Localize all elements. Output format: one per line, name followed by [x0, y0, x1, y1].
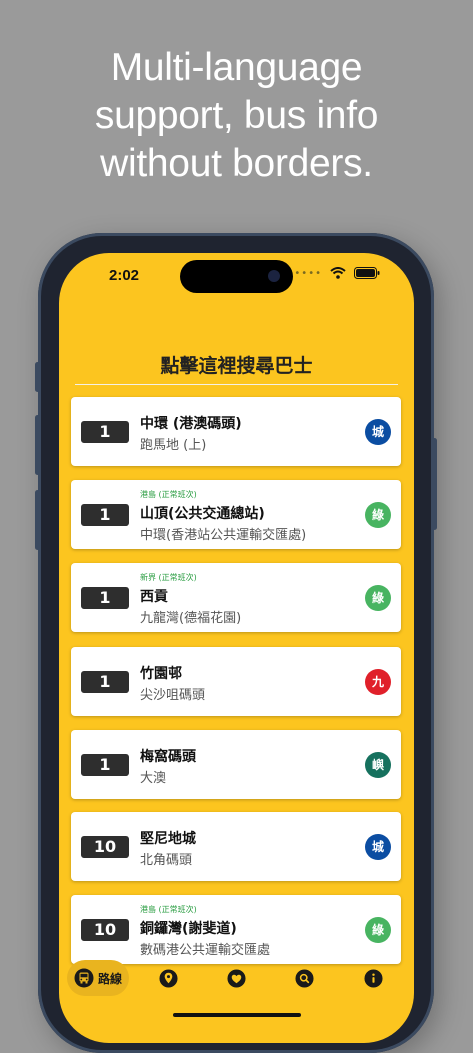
headline-line-3: without borders. — [100, 142, 373, 185]
route-card[interactable]: 1 新界 (正常班次) 西貢 九龍灣(德福花園) 綠 — [71, 563, 401, 632]
location-pin-icon — [158, 968, 178, 988]
route-note: 港島 (正常班次) — [140, 905, 197, 914]
route-origin: 北角碼頭 — [140, 853, 193, 868]
app-screen: 2:02 •••• 點擊這裡搜尋巴士 1 中環 (港澳碼頭) 跑馬地 (上) 城 — [59, 253, 414, 1043]
bus-icon — [74, 968, 94, 988]
route-destination: 銅鑼灣(謝斐道) — [140, 921, 237, 937]
route-card[interactable]: 1 竹園邨 尖沙咀碼頭 九 — [71, 647, 401, 716]
route-destination: 西貢 — [140, 589, 168, 605]
company-badge: 綠 — [365, 917, 391, 943]
route-destination: 中環 (港澳碼頭) — [140, 416, 242, 432]
wifi-icon — [330, 267, 346, 279]
route-number: 1 — [81, 421, 129, 443]
company-badge: 城 — [365, 419, 391, 445]
marketing-headline: Multi-language support, bus info without… — [0, 44, 473, 188]
company-badge: 綠 — [365, 502, 391, 528]
route-destination: 堅尼地城 — [140, 831, 196, 847]
route-note: 新界 (正常班次) — [140, 573, 197, 582]
tab-nearby[interactable] — [156, 960, 180, 996]
info-icon — [363, 968, 383, 988]
tab-routes-label: 路線 — [97, 971, 122, 986]
route-number: 10 — [81, 836, 129, 858]
company-badge: 嶼 — [365, 752, 391, 778]
phone-power-button — [432, 438, 437, 530]
heart-icon — [226, 968, 246, 988]
route-destination: 竹園邨 — [140, 666, 182, 682]
phone-volume-down — [35, 490, 40, 550]
company-badge: 綠 — [365, 585, 391, 611]
route-card[interactable]: 1 梅窩碼頭 大澳 嶼 — [71, 730, 401, 799]
route-destination: 梅窩碼頭 — [140, 749, 196, 765]
route-number: 1 — [81, 587, 129, 609]
route-card[interactable]: 10 港島 (正常班次) 銅鑼灣(謝斐道) 數碼港公共運輸交匯處 綠 — [71, 895, 401, 964]
route-note: 港島 (正常班次) — [140, 490, 197, 499]
header-divider — [75, 384, 398, 385]
route-origin: 中環(香港站公共運輸交匯處) — [140, 528, 307, 543]
route-number: 1 — [81, 504, 129, 526]
dynamic-island — [180, 260, 293, 293]
route-card[interactable]: 1 中環 (港澳碼頭) 跑馬地 (上) 城 — [71, 397, 401, 466]
company-badge: 九 — [365, 669, 391, 695]
status-icons: •••• — [294, 267, 380, 279]
route-origin: 數碼港公共運輸交匯處 — [140, 943, 271, 958]
route-destination: 山頂(公共交通總站) — [140, 506, 265, 522]
tab-search[interactable] — [292, 960, 316, 996]
phone-volume-up — [35, 415, 40, 475]
route-number: 10 — [81, 919, 129, 941]
tab-info[interactable] — [361, 960, 385, 996]
search-icon — [294, 968, 314, 988]
route-origin: 大澳 — [140, 771, 167, 786]
status-time: 2:02 — [109, 267, 140, 284]
tab-routes[interactable]: 路線 — [67, 960, 129, 996]
headline-line-1: Multi-language — [110, 46, 363, 89]
tab-bar: 路線 — [59, 958, 414, 1000]
phone-side-button — [35, 362, 40, 392]
home-indicator — [173, 1013, 301, 1017]
battery-icon — [354, 267, 380, 279]
route-origin: 跑馬地 (上) — [140, 438, 207, 453]
camera-icon — [268, 270, 280, 282]
headline-line-2: support, bus info — [94, 94, 379, 137]
route-number: 1 — [81, 671, 129, 693]
route-origin: 尖沙咀碼頭 — [140, 688, 206, 703]
route-origin: 九龍灣(德福花園) — [140, 611, 242, 626]
route-card[interactable]: 10 堅尼地城 北角碼頭 城 — [71, 812, 401, 881]
route-number: 1 — [81, 754, 129, 776]
company-badge: 城 — [365, 834, 391, 860]
tab-favorites[interactable] — [224, 960, 248, 996]
signal-icon: •••• — [294, 267, 322, 279]
route-card[interactable]: 1 港島 (正常班次) 山頂(公共交通總站) 中環(香港站公共運輸交匯處) 綠 — [71, 480, 401, 549]
search-bus-button[interactable]: 點擊這裡搜尋巴士 — [59, 351, 414, 378]
